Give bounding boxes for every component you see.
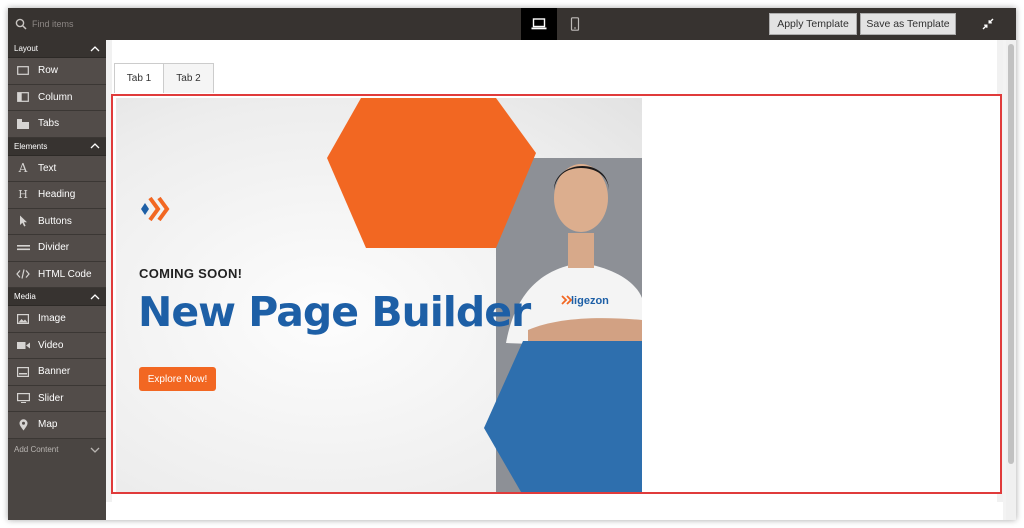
sidebar-item-label: Video xyxy=(38,339,64,351)
sidebar-item-banner[interactable]: Banner xyxy=(8,359,106,386)
sidebar-item-label: Buttons xyxy=(38,215,72,227)
sidebar-item-label: Map xyxy=(38,419,58,431)
tab-1[interactable]: Tab 1 xyxy=(114,63,164,93)
vertical-scrollbar[interactable] xyxy=(1006,40,1016,520)
tabs-icon xyxy=(16,118,30,130)
mobile-view-button[interactable] xyxy=(557,8,593,40)
stage-footer xyxy=(106,502,1003,520)
sidebar-item-label: Tabs xyxy=(38,118,60,130)
content-types-panel: Layout Row Column Tabs Elements A Text H… xyxy=(8,40,106,520)
banner-eyebrow: COMING SOON! xyxy=(139,266,243,281)
search-icon xyxy=(15,18,27,30)
section-elements-header[interactable]: Elements xyxy=(8,137,106,156)
text-icon: A xyxy=(18,161,28,176)
sidebar-item-column[interactable]: Column xyxy=(8,84,106,111)
sidebar-item-video[interactable]: Video xyxy=(8,332,106,359)
column-icon xyxy=(16,91,30,103)
sidebar-item-heading[interactable]: H Heading xyxy=(8,182,106,209)
section-title: Media xyxy=(14,292,36,301)
sidebar-item-label: Divider xyxy=(38,242,70,254)
sidebar-item-text[interactable]: A Text xyxy=(8,155,106,182)
add-content-label: Add Content xyxy=(14,445,59,454)
pointer-icon xyxy=(16,215,30,227)
row-icon xyxy=(16,65,30,77)
banner-headline: New Page Builder xyxy=(138,288,531,336)
phone-icon xyxy=(570,17,580,31)
section-layout-header[interactable]: Layout xyxy=(8,40,106,58)
laptop-icon xyxy=(531,18,547,30)
save-as-template-button[interactable]: Save as Template xyxy=(860,13,956,35)
search-box xyxy=(8,8,106,40)
brand-logo-icon xyxy=(141,196,170,222)
chevron-up-icon xyxy=(90,45,100,51)
sidebar-item-html-code[interactable]: HTML Code xyxy=(8,261,106,288)
shirt-logo-text: ligezon xyxy=(571,295,609,307)
top-toolbar: Apply Template Save as Template xyxy=(8,8,1016,40)
sidebar-item-label: Image xyxy=(38,313,66,325)
tab-content-selected[interactable]: ligezon COMING SOON! New Page Builder Ex… xyxy=(111,94,1002,494)
sidebar-item-label: Column xyxy=(38,91,73,103)
sidebar-item-tabs[interactable]: Tabs xyxy=(8,111,106,138)
sidebar-item-label: Heading xyxy=(38,189,76,201)
sidebar-item-label: Banner xyxy=(38,366,71,378)
sidebar-item-label: Row xyxy=(38,65,59,77)
sidebar-item-map[interactable]: Map xyxy=(8,412,106,439)
sidebar-item-label: Slider xyxy=(38,392,64,404)
sidebar-item-label: Text xyxy=(38,162,57,174)
chevron-up-icon xyxy=(90,293,100,299)
orange-hexagon xyxy=(327,98,536,248)
fullscreen-toggle-button[interactable] xyxy=(978,14,998,34)
sidebar-item-row[interactable]: Row xyxy=(8,58,106,85)
search-input[interactable] xyxy=(32,19,102,29)
collapse-icon xyxy=(982,18,994,30)
apply-template-button[interactable]: Apply Template xyxy=(769,13,857,35)
section-title: Layout xyxy=(14,44,39,53)
divider-icon xyxy=(16,242,30,254)
slider-icon xyxy=(16,392,30,404)
sidebar-item-divider[interactable]: Divider xyxy=(8,235,106,262)
add-content-toggle[interactable]: Add Content xyxy=(8,438,106,461)
section-title: Elements xyxy=(14,141,48,151)
scrollbar-thumb[interactable] xyxy=(1008,44,1014,464)
heading-icon: H xyxy=(18,188,28,202)
sidebar-item-buttons[interactable]: Buttons xyxy=(8,208,106,235)
page-builder-window: Apply Template Save as Template Layout R… xyxy=(8,8,1016,520)
tabs-header: Tab 1 Tab 2 xyxy=(114,63,214,93)
section-media-header[interactable]: Media xyxy=(8,288,106,306)
desktop-view-button[interactable] xyxy=(521,8,557,40)
chevron-down-icon xyxy=(90,447,100,453)
sidebar-item-image[interactable]: Image xyxy=(8,306,106,333)
video-icon xyxy=(16,339,30,351)
code-icon xyxy=(16,268,30,280)
map-pin-icon xyxy=(16,419,30,431)
explore-now-button[interactable]: Explore Now! xyxy=(139,367,216,391)
sidebar-item-slider[interactable]: Slider xyxy=(8,385,106,412)
image-icon xyxy=(16,313,30,325)
banner-image: ligezon COMING SOON! New Page Builder Ex… xyxy=(116,98,642,492)
sidebar-item-label: HTML Code xyxy=(38,268,92,280)
banner-icon xyxy=(16,366,30,378)
tab-2[interactable]: Tab 2 xyxy=(164,63,214,93)
chevron-up-icon xyxy=(90,143,100,149)
